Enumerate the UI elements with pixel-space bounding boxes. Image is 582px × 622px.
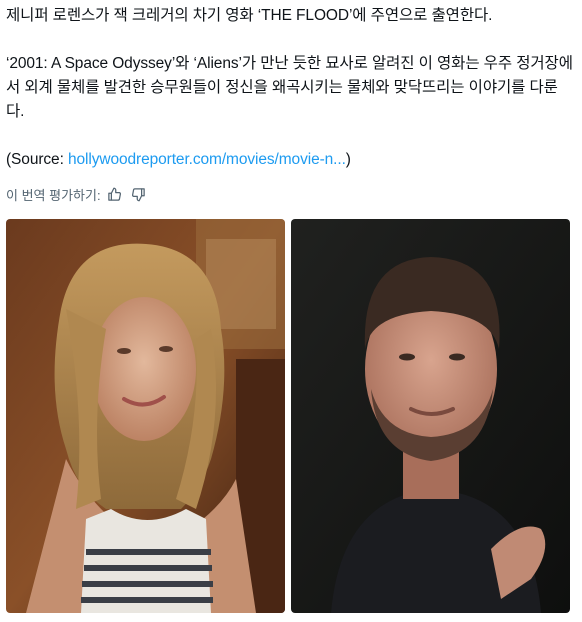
photo-man-beard[interactable]	[291, 219, 570, 613]
translation-rating-label: 이 번역 평가하기:	[6, 187, 101, 203]
media-grid	[6, 219, 570, 613]
post-line-1: 제니퍼 로렌스가 잭 크레거의 차기 영화 ‘THE FLOOD’에 주연으로 …	[6, 7, 493, 24]
source-suffix: )	[345, 151, 351, 168]
post-text: 제니퍼 로렌스가 잭 크레거의 차기 영화 ‘THE FLOOD’에 주연으로 …	[6, 4, 574, 172]
source-prefix: (Source:	[6, 151, 68, 168]
source-link[interactable]: hollywoodreporter.com/movies/movie-n...	[68, 151, 346, 168]
thumbs-down-icon[interactable]	[129, 184, 149, 204]
photo-woman-blonde[interactable]	[6, 219, 285, 613]
translation-rating: 이 번역 평가하기:	[6, 184, 149, 204]
post-line-2: ‘2001: A Space Odyssey’와 ‘Aliens’가 만난 듯한…	[6, 55, 573, 120]
thumbs-up-icon[interactable]	[105, 184, 125, 204]
photo-man-beard-image	[291, 219, 570, 613]
photo-woman-blonde-image	[6, 219, 285, 613]
post-source: (Source: hollywoodreporter.com/movies/mo…	[6, 148, 574, 172]
